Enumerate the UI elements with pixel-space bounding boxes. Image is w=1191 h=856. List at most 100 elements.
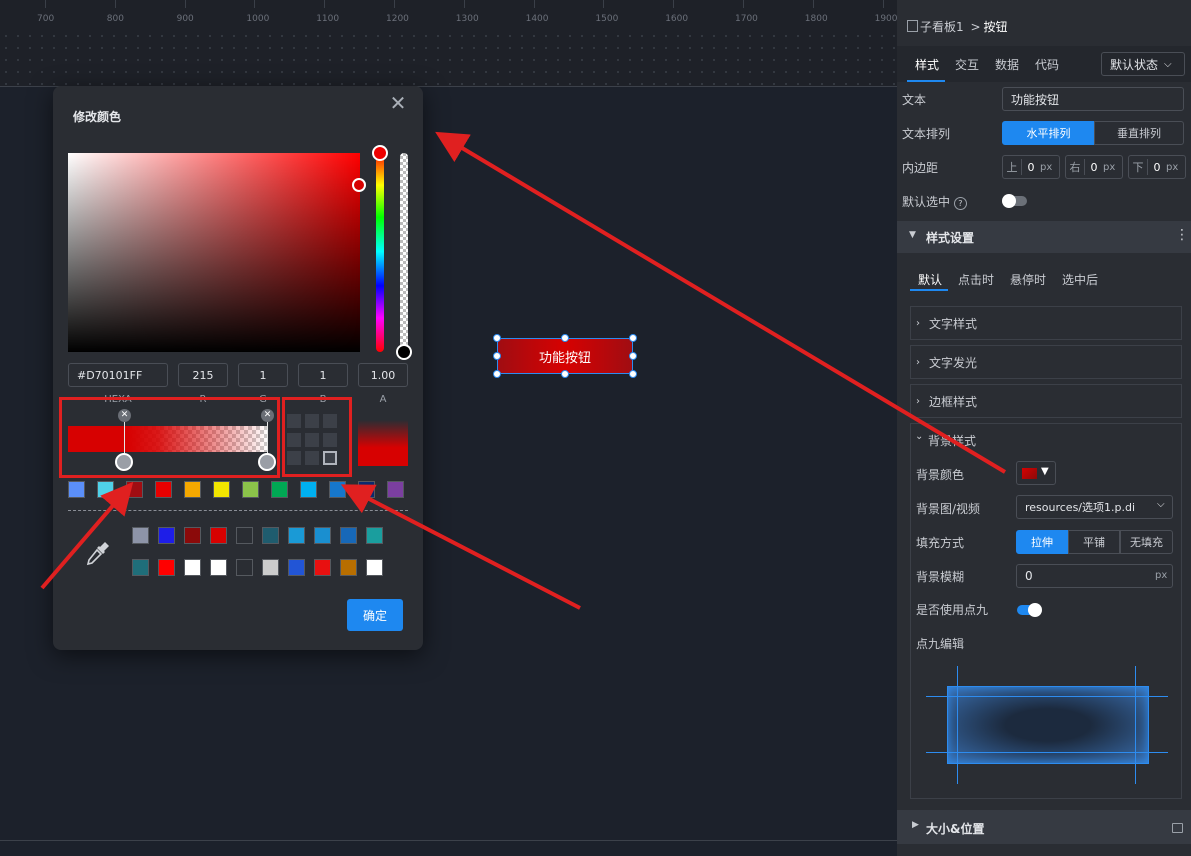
hue-slider-knob[interactable] xyxy=(372,145,388,161)
recent-swatch[interactable] xyxy=(158,527,175,544)
resize-handle-se[interactable] xyxy=(629,370,637,378)
layout-vertical-button[interactable]: 垂直排列 xyxy=(1094,121,1184,145)
bg-color-picker[interactable]: ▼ xyxy=(1016,461,1056,485)
group-label: 背景样式 xyxy=(928,434,977,448)
recent-swatch[interactable] xyxy=(158,559,175,576)
preset-swatch[interactable] xyxy=(184,481,201,498)
padding-value: 0 xyxy=(1153,160,1161,174)
tab-code[interactable]: 代码 xyxy=(1035,56,1059,73)
resize-handle-s[interactable] xyxy=(561,370,569,378)
preset-swatch[interactable] xyxy=(155,481,172,498)
state-dropdown-value: 默认状态 xyxy=(1110,57,1159,72)
size-position-header[interactable]: ▶ 大小&位置 xyxy=(897,810,1191,844)
fill-tile-button[interactable]: 平铺 xyxy=(1068,530,1120,554)
fill-none-button[interactable]: 无填充 xyxy=(1120,530,1173,554)
recent-swatch[interactable] xyxy=(210,559,227,576)
resize-handle-ne[interactable] xyxy=(629,334,637,342)
recent-swatch[interactable] xyxy=(210,527,227,544)
preset-swatch[interactable] xyxy=(213,481,230,498)
group-text-glow[interactable]: › 文字发光 xyxy=(910,345,1182,379)
breadcrumb-parent[interactable]: 子看板1 xyxy=(920,20,964,34)
b-input[interactable]: 1 xyxy=(298,363,348,387)
state-dropdown[interactable]: 默认状态 ⌵ xyxy=(1101,52,1185,76)
state-tab-hover[interactable]: 悬停时 xyxy=(1010,271,1046,288)
tab-interaction[interactable]: 交互 xyxy=(955,56,979,73)
padding-top-field[interactable]: 上 0 px xyxy=(1002,155,1060,179)
sv-picker-knob[interactable] xyxy=(352,178,366,192)
resize-handle-nw[interactable] xyxy=(493,334,501,342)
group-border-style[interactable]: › 边框样式 xyxy=(910,384,1182,418)
alpha-slider-knob[interactable] xyxy=(396,344,412,360)
preset-swatch[interactable] xyxy=(97,481,114,498)
g-input[interactable]: 1 xyxy=(238,363,288,387)
layout-horizontal-button[interactable]: 水平排列 xyxy=(1002,121,1095,145)
recent-swatch[interactable] xyxy=(236,559,253,576)
text-input[interactable]: 功能按钮 xyxy=(1002,87,1184,111)
nine-patch-guide-right[interactable] xyxy=(1135,666,1136,784)
bg-blur-input[interactable]: 0 px xyxy=(1016,564,1173,588)
r-input[interactable]: 215 xyxy=(178,363,228,387)
alpha-slider[interactable] xyxy=(396,153,412,360)
preset-swatch[interactable] xyxy=(126,481,143,498)
preset-swatch[interactable] xyxy=(271,481,288,498)
bg-image-value: resources/选项1.p.di xyxy=(1025,501,1136,514)
preset-swatch[interactable] xyxy=(329,481,346,498)
recent-swatch[interactable] xyxy=(184,559,201,576)
recent-swatch[interactable] xyxy=(288,527,305,544)
tab-style[interactable]: 样式 xyxy=(915,56,939,73)
bg-image-select[interactable]: resources/选项1.p.di ⌵ xyxy=(1016,495,1173,519)
recent-swatch[interactable] xyxy=(262,527,279,544)
a-input[interactable]: 1.00 xyxy=(358,363,408,387)
recent-swatch[interactable] xyxy=(366,527,383,544)
recent-swatch[interactable] xyxy=(340,559,357,576)
recent-swatch[interactable] xyxy=(132,527,149,544)
style-settings-header[interactable]: ▼ 样式设置 ⋮ xyxy=(897,221,1191,253)
resize-handle-sw[interactable] xyxy=(493,370,501,378)
nine-patch-guide-top[interactable] xyxy=(926,696,1168,697)
nine-patch-guide-left[interactable] xyxy=(957,666,958,784)
group-text-style[interactable]: › 文字样式 xyxy=(910,306,1182,340)
eyedropper-icon[interactable] xyxy=(83,538,113,568)
nine-patch-editor[interactable] xyxy=(926,666,1168,784)
confirm-button[interactable]: 确定 xyxy=(347,599,403,631)
preset-swatch[interactable] xyxy=(300,481,317,498)
ruler-tick xyxy=(603,0,605,8)
recent-swatch[interactable] xyxy=(132,559,149,576)
default-selected-toggle[interactable] xyxy=(1002,194,1027,208)
recent-swatch[interactable] xyxy=(184,527,201,544)
state-tab-pressed[interactable]: 点击时 xyxy=(958,271,994,288)
recent-swatch[interactable] xyxy=(366,559,383,576)
selected-button-component[interactable]: 功能按钮 xyxy=(493,334,637,378)
nine-patch-toggle[interactable] xyxy=(1017,603,1042,617)
group-background-header[interactable]: ⌄ 背景样式 xyxy=(911,424,1181,456)
help-icon[interactable]: ? xyxy=(953,197,967,210)
nine-patch-guide-bottom[interactable] xyxy=(926,752,1168,753)
resize-handle-w[interactable] xyxy=(493,352,501,360)
padding-right-field[interactable]: 右 0 px xyxy=(1065,155,1123,179)
ruler-tick xyxy=(812,0,814,8)
recent-swatch[interactable] xyxy=(340,527,357,544)
saturation-value-area[interactable] xyxy=(68,153,366,352)
resize-handle-n[interactable] xyxy=(561,334,569,342)
state-tab-selected[interactable]: 选中后 xyxy=(1062,271,1098,288)
ruler-tick-label: 1200 xyxy=(386,14,409,24)
more-icon[interactable]: ⋮ xyxy=(1175,227,1189,243)
close-icon[interactable]: ✕ xyxy=(387,92,409,114)
recent-swatch[interactable] xyxy=(314,527,331,544)
preset-swatch[interactable] xyxy=(387,481,404,498)
resize-handle-e[interactable] xyxy=(629,352,637,360)
lock-icon[interactable] xyxy=(1172,823,1183,833)
recent-swatch[interactable] xyxy=(288,559,305,576)
hex-input[interactable]: #D70101FF xyxy=(68,363,168,387)
recent-swatch[interactable] xyxy=(314,559,331,576)
state-tab-default[interactable]: 默认 xyxy=(918,271,942,288)
fill-stretch-button[interactable]: 拉伸 xyxy=(1016,530,1068,554)
preset-swatch[interactable] xyxy=(358,481,375,498)
preset-swatch[interactable] xyxy=(242,481,259,498)
recent-swatch[interactable] xyxy=(236,527,253,544)
padding-bottom-field[interactable]: 下 0 px xyxy=(1128,155,1186,179)
tab-data[interactable]: 数据 xyxy=(995,56,1019,73)
recent-swatch[interactable] xyxy=(262,559,279,576)
hue-slider[interactable] xyxy=(372,145,388,352)
preset-swatch[interactable] xyxy=(68,481,85,498)
